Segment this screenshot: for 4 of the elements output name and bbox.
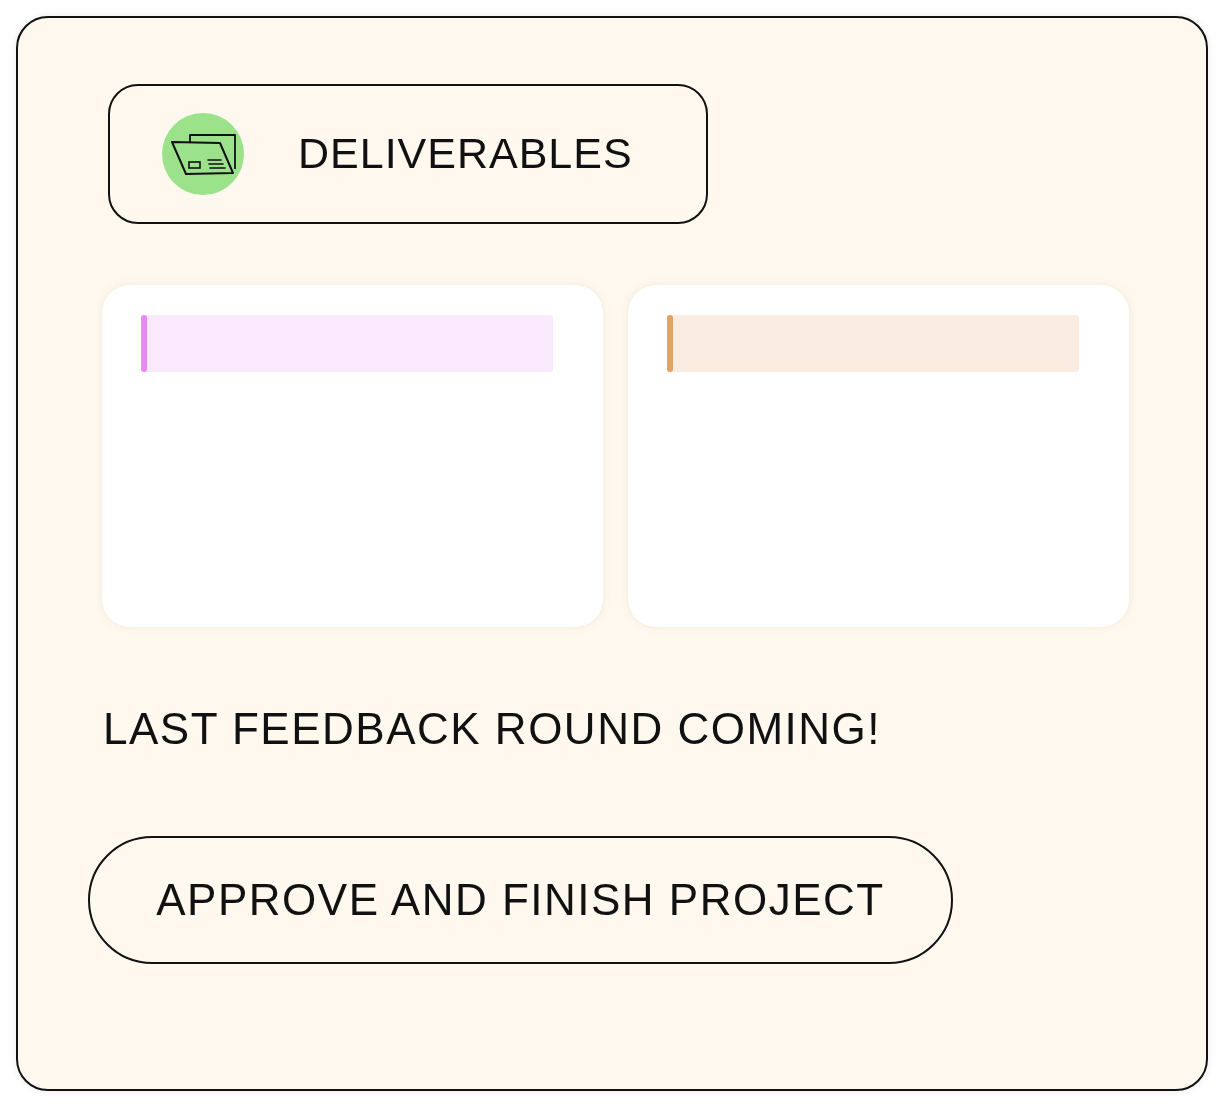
status-message: LAST FEEDBACK ROUND COMING! bbox=[103, 703, 881, 755]
section-title: DELIVERABLES bbox=[298, 129, 633, 179]
approve-button[interactable]: APPROVE AND FINISH PROJECT bbox=[88, 835, 953, 964]
folder-icon bbox=[162, 113, 244, 195]
